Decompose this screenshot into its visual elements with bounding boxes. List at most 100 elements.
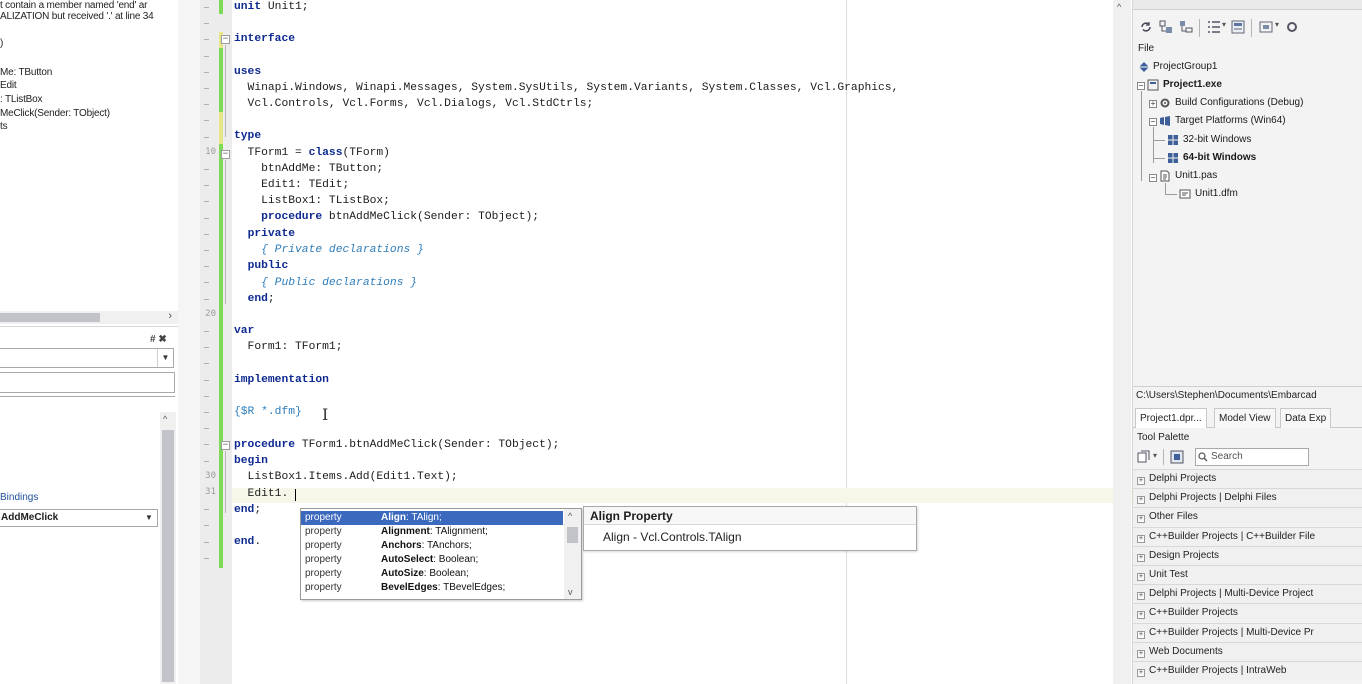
completion-item[interactable]: property Anchors: TAnchors; xyxy=(301,539,563,553)
palette-category[interactable]: + Delphi Projects | Delphi Files xyxy=(1133,488,1362,508)
tree-item-build-configurations[interactable]: Build Configurations (Debug) xyxy=(1175,97,1303,108)
chevron-down-icon[interactable]: ▼ xyxy=(157,349,173,367)
completion-item[interactable]: property Align: TAlign; xyxy=(301,511,563,526)
code-line[interactable]: type xyxy=(234,129,261,144)
palette-category[interactable]: + Web Documents xyxy=(1133,641,1362,661)
chevron-down-icon[interactable]: ▼ xyxy=(141,510,157,526)
completion-item[interactable]: property BevelEdges: TBevelEdges; xyxy=(301,581,563,595)
expand-icon[interactable]: + xyxy=(1137,553,1145,562)
vertical-scrollbar[interactable]: ^ xyxy=(160,412,176,684)
code-completion-popup[interactable]: property Align: TAlign; property Alignment… xyxy=(300,508,582,600)
code-line[interactable]: implementation xyxy=(234,373,329,388)
tree-item-unit1-pas[interactable]: Unit1.pas xyxy=(1175,170,1217,181)
expand-icon[interactable]: + xyxy=(1137,669,1145,677)
tree-collapse-icon[interactable]: − xyxy=(1137,82,1145,90)
expand-icon[interactable]: + xyxy=(1137,496,1145,505)
code-line[interactable]: { Public declarations } xyxy=(234,276,417,291)
palette-category[interactable]: + Delphi Projects | Multi-Device Project xyxy=(1133,584,1362,604)
completion-scrollbar[interactable]: ^ v xyxy=(564,509,581,599)
object-selector-combo[interactable]: ▼ xyxy=(0,348,174,368)
scrollbar-thumb[interactable] xyxy=(162,430,174,682)
palette-category[interactable]: + Design Projects xyxy=(1133,545,1362,565)
code-line[interactable]: { Private declarations } xyxy=(234,243,424,258)
expand-icon[interactable]: + xyxy=(1137,592,1145,601)
completion-item[interactable]: property AutoSelect: Boolean; xyxy=(301,553,563,567)
pin-close-icons[interactable]: # ✖ xyxy=(150,334,167,345)
expand-icon[interactable]: + xyxy=(1137,477,1145,485)
chevron-down-icon[interactable]: ▾ xyxy=(1222,20,1226,29)
sync-icon[interactable] xyxy=(1139,20,1153,34)
completion-item[interactable]: property Alignment: TAlignment; xyxy=(301,525,563,539)
code-line[interactable]: var xyxy=(234,324,254,339)
code-line[interactable]: end; xyxy=(234,292,275,307)
chevron-down-icon[interactable]: ▾ xyxy=(1275,20,1279,29)
editor-vertical-scrollbar[interactable]: ^ xyxy=(1113,0,1131,684)
add-project-icon[interactable] xyxy=(1259,20,1273,34)
tree-item-64bit-windows[interactable]: 64-bit Windows xyxy=(1183,152,1256,163)
code-line[interactable]: Winapi.Windows, Winapi.Messages, System.… xyxy=(234,81,899,96)
palette-search-input[interactable]: Search xyxy=(1195,448,1309,466)
tree-item-32bit-windows[interactable]: 32-bit Windows xyxy=(1183,134,1251,145)
code-line-current[interactable]: Edit1. xyxy=(234,487,289,502)
settings-icon[interactable] xyxy=(1285,20,1299,34)
palette-category[interactable]: + Other Files xyxy=(1133,507,1362,527)
tree-item-project1-exe[interactable]: Project1.exe xyxy=(1163,79,1222,90)
onclick-event-combo[interactable]: AddMeClick ▼ xyxy=(0,509,158,527)
structure-item[interactable]: Edit xyxy=(0,80,17,91)
code-line[interactable]: {$R *.dfm} xyxy=(234,405,302,420)
horizontal-scrollbar[interactable]: › xyxy=(0,310,178,324)
palette-category[interactable]: + C++Builder Projects | IntraWeb xyxy=(1133,661,1362,680)
expand-all-icon[interactable] xyxy=(1159,20,1173,34)
bindings-link[interactable]: Bindings xyxy=(0,492,38,503)
structure-item[interactable]: MeClick(Sender: TObject) xyxy=(0,108,110,119)
tree-collapse-icon[interactable]: − xyxy=(1149,118,1157,126)
palette-category[interactable]: + Unit Test xyxy=(1133,565,1362,584)
palette-category[interactable]: + Delphi Projects xyxy=(1133,469,1362,488)
tree-item-target-platforms[interactable]: Target Platforms (Win64) xyxy=(1175,115,1286,126)
scroll-up-arrow-icon[interactable]: ^ xyxy=(1117,2,1121,12)
expand-icon[interactable]: + xyxy=(1137,573,1145,581)
scroll-up-arrow-icon[interactable]: ^ xyxy=(568,511,572,521)
list-view-icon[interactable] xyxy=(1207,20,1221,34)
scroll-right-arrow-icon[interactable]: › xyxy=(168,310,172,322)
fold-toggle-icon[interactable]: − xyxy=(221,441,230,450)
palette-category[interactable]: + C++Builder Projects xyxy=(1133,603,1362,623)
structure-item[interactable]: ) xyxy=(0,38,3,49)
code-line[interactable]: Vcl.Controls, Vcl.Forms, Vcl.Dialogs, Vc… xyxy=(234,97,594,112)
code-line[interactable]: procedure TForm1.btnAddMeClick(Sender: T… xyxy=(234,438,559,453)
expand-icon[interactable]: + xyxy=(1137,611,1145,620)
chevron-down-icon[interactable]: ▾ xyxy=(1153,451,1157,460)
code-line[interactable]: end. xyxy=(234,535,261,550)
code-line[interactable]: end; xyxy=(234,503,261,518)
tree-expand-icon[interactable]: + xyxy=(1149,100,1157,108)
scrollbar-thumb[interactable] xyxy=(567,527,578,543)
inspector-filter-field[interactable] xyxy=(0,372,175,393)
expand-icon[interactable]: + xyxy=(1137,630,1145,639)
component-icon[interactable] xyxy=(1170,450,1184,464)
code-line[interactable]: ListBox1: TListBox; xyxy=(234,194,390,209)
collapse-all-icon[interactable] xyxy=(1179,20,1193,34)
code-line[interactable]: public xyxy=(234,259,289,274)
code-line[interactable]: procedure btnAddMeClick(Sender: TObject)… xyxy=(234,210,539,225)
tab-project-dpr[interactable]: Project1.dpr... xyxy=(1135,408,1207,428)
structure-item[interactable]: ts xyxy=(0,121,8,132)
code-line[interactable]: unit Unit1; xyxy=(234,0,309,15)
categories-icon[interactable] xyxy=(1137,450,1151,464)
palette-category[interactable]: + C++Builder Projects | C++Builder File xyxy=(1133,526,1362,546)
expand-icon[interactable]: + xyxy=(1137,534,1145,543)
code-line[interactable]: interface xyxy=(234,32,295,47)
palette-category[interactable]: + C++Builder Projects | Multi-Device Pr xyxy=(1133,622,1362,642)
tree-item-unit1-dfm[interactable]: Unit1.dfm xyxy=(1195,188,1238,199)
code-line[interactable]: Edit1: TEdit; xyxy=(234,178,349,193)
expand-icon[interactable]: + xyxy=(1137,649,1145,658)
code-line[interactable]: Form1: TForm1; xyxy=(234,340,343,355)
code-line[interactable]: btnAddMe: TButton; xyxy=(234,162,383,177)
tree-item-projectgroup[interactable]: ProjectGroup1 xyxy=(1153,61,1217,72)
scroll-up-arrow-icon[interactable]: ^ xyxy=(163,414,167,424)
completion-item[interactable]: property AutoSize: Boolean; xyxy=(301,567,563,581)
tree-collapse-icon[interactable]: − xyxy=(1149,174,1157,182)
expand-icon[interactable]: + xyxy=(1137,515,1145,524)
fold-toggle-icon[interactable]: − xyxy=(221,150,230,159)
structure-item[interactable]: Me: TButton xyxy=(0,67,52,78)
tab-data-explorer[interactable]: Data Exp xyxy=(1280,408,1332,428)
